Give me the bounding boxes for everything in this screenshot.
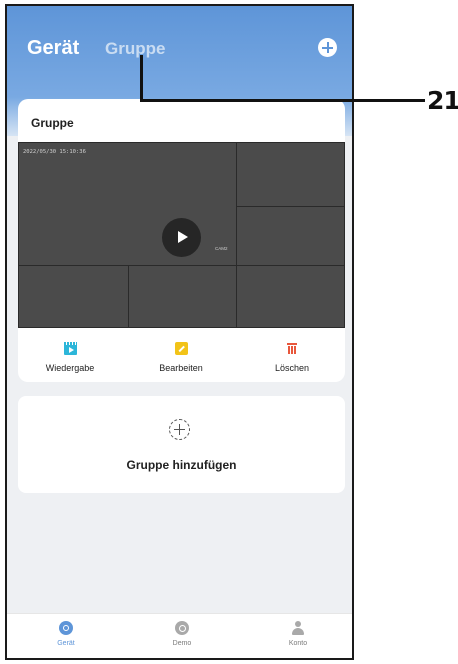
video-tile-main[interactable]: 2022/05/30 15:10:36 CAM2 <box>18 142 237 266</box>
callout-line <box>140 55 143 102</box>
edit-label: Bearbeiten <box>159 363 203 373</box>
add-group-label: Gruppe hinzufügen <box>126 458 237 472</box>
bottom-navigation: Gerät Demo Konto <box>7 613 352 658</box>
video-tile[interactable] <box>236 265 345 328</box>
nav-item-account[interactable]: Konto <box>263 621 333 647</box>
video-tile[interactable] <box>236 206 345 267</box>
tab-group[interactable]: Gruppe <box>105 39 165 59</box>
demo-icon <box>175 621 189 635</box>
nav-item-demo[interactable]: Demo <box>147 621 217 647</box>
video-tile[interactable] <box>18 265 129 328</box>
nav-label-account: Konto <box>288 640 308 647</box>
callout-number: 21 <box>427 86 458 115</box>
delete-icon <box>287 342 297 355</box>
video-timestamp: 2022/05/30 15:10:36 <box>23 149 86 155</box>
playback-button[interactable]: Wiedergabe <box>30 342 110 373</box>
delete-button[interactable]: Löschen <box>252 342 332 373</box>
add-group-button[interactable]: Gruppe hinzufügen <box>18 396 345 493</box>
nav-label-demo: Demo <box>172 640 192 647</box>
edit-button[interactable]: Bearbeiten <box>141 342 221 373</box>
nav-item-device[interactable]: Gerät <box>31 621 101 647</box>
camera-grid[interactable]: 2022/05/30 15:10:36 CAM2 <box>18 142 345 328</box>
phone-screen: Gerät Gruppe Gruppe 2022/05/30 15:10:36 … <box>5 4 354 660</box>
device-icon <box>59 621 73 635</box>
camera-label: CAM2 <box>215 246 228 251</box>
video-tile[interactable] <box>128 265 237 328</box>
add-icon[interactable] <box>318 38 337 57</box>
play-button[interactable] <box>162 218 201 257</box>
playback-icon <box>63 342 77 355</box>
delete-label: Löschen <box>274 363 310 373</box>
callout-line <box>140 99 425 102</box>
nav-label-device: Gerät <box>57 640 75 647</box>
edit-icon <box>174 342 188 355</box>
account-icon <box>291 621 305 635</box>
group-card[interactable]: Gruppe 2022/05/30 15:10:36 CAM2 Wiederga… <box>18 99 345 382</box>
playback-label: Wiedergabe <box>45 363 95 373</box>
video-tile[interactable] <box>236 142 345 207</box>
add-circle-icon <box>169 419 190 440</box>
tab-device[interactable]: Gerät <box>27 37 79 60</box>
group-title: Gruppe <box>31 116 74 130</box>
